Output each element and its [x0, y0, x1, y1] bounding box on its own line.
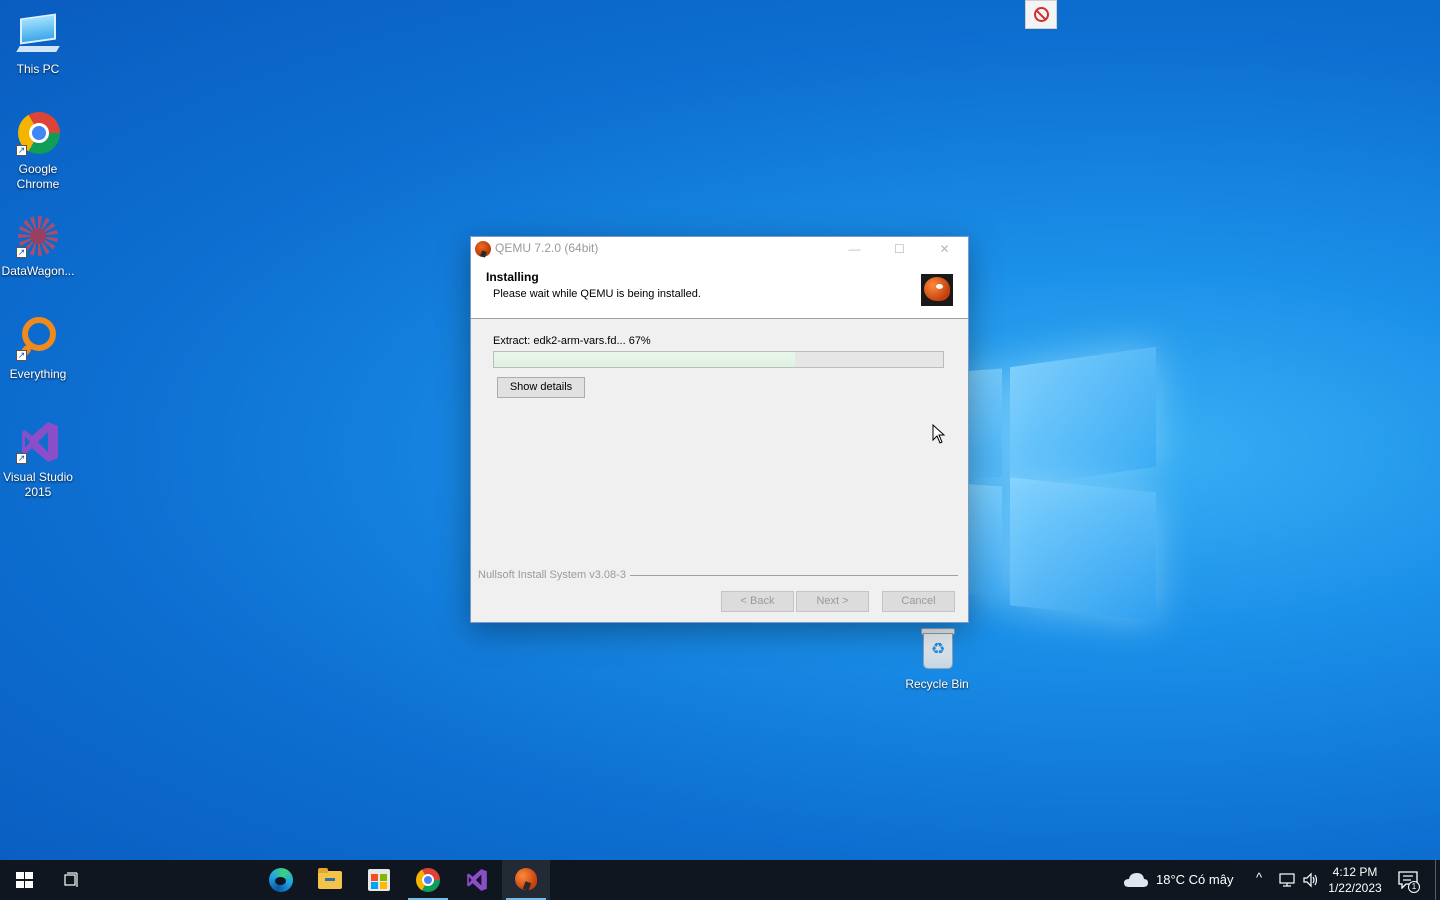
qemu-icon: [475, 241, 491, 257]
taskbar: 18°C Có mây ^ 4:12 PM 1/22/2023 1: [0, 860, 1440, 900]
clock-time: 4:12 PM: [1332, 865, 1378, 879]
progress-fill: [494, 352, 795, 367]
show-desktop-button[interactable]: [1435, 860, 1436, 900]
taskbar-chrome[interactable]: [404, 860, 452, 900]
network-icon[interactable]: [1279, 873, 1295, 887]
taskbar-edge[interactable]: [257, 860, 305, 900]
installer-body: Extract: edk2-arm-vars.fd... 67% Show de…: [471, 319, 968, 622]
task-view-icon: [64, 872, 78, 887]
volume-icon[interactable]: [1302, 872, 1318, 888]
install-progress-bar: [493, 351, 944, 368]
shortcut-arrow-icon: ↗: [16, 453, 27, 464]
start-button[interactable]: [0, 860, 48, 900]
window-title: QEMU 7.2.0 (64bit): [495, 241, 599, 255]
system-clock[interactable]: 4:12 PM 1/22/2023: [1318, 864, 1392, 896]
prohibited-icon: [1034, 7, 1049, 22]
title-bar[interactable]: QEMU 7.2.0 (64bit) — ☐ ✕: [471, 237, 968, 261]
shortcut-arrow-icon: ↗: [16, 350, 27, 361]
back-button[interactable]: < Back: [721, 591, 794, 612]
windows-start-icon: [16, 872, 33, 888]
taskbar-file-explorer[interactable]: [306, 860, 354, 900]
notification-count-badge: 1: [1408, 881, 1420, 893]
minimize-button[interactable]: —: [832, 237, 877, 261]
shortcut-arrow-icon: ↗: [16, 247, 27, 258]
install-status-text: Extract: edk2-arm-vars.fd... 67%: [493, 335, 651, 347]
computer-icon: [14, 10, 62, 58]
folder-icon: [318, 868, 342, 889]
desktop-icon-datawagon[interactable]: ↗ DataWagon...: [0, 212, 76, 279]
installer-window: QEMU 7.2.0 (64bit) — ☐ ✕ Installing Plea…: [470, 236, 969, 623]
qemu-icon: [515, 868, 537, 890]
taskbar-qemu-installer[interactable]: [502, 860, 550, 900]
mouse-cursor-icon: [932, 424, 946, 444]
clock-date: 1/22/2023: [1328, 881, 1382, 895]
desktop-icon-label: Recycle Bin: [905, 677, 969, 691]
show-hidden-icons-button[interactable]: ^: [1256, 870, 1262, 885]
show-details-button[interactable]: Show details: [497, 377, 585, 398]
desktop-icon-label: DataWagon...: [1, 264, 75, 278]
desktop-icon-google-chrome[interactable]: ↗ Google Chrome: [0, 110, 76, 192]
desktop-icon-visual-studio[interactable]: ↗ Visual Studio 2015: [0, 418, 76, 500]
branding-text: Nullsoft Install System v3.08-3: [478, 569, 630, 581]
taskbar-visual-studio[interactable]: [453, 860, 501, 900]
blocked-indicator[interactable]: [1025, 0, 1057, 29]
store-icon: [368, 869, 390, 891]
desktop-icon-this-pc[interactable]: This PC: [0, 10, 76, 77]
chrome-icon: [416, 868, 440, 892]
taskbar-store[interactable]: [355, 860, 403, 900]
shortcut-arrow-icon: ↗: [16, 145, 27, 156]
next-button[interactable]: Next >: [796, 591, 869, 612]
installer-header: Installing Please wait while QEMU is bei…: [471, 261, 968, 319]
desktop-icon-label: Google Chrome: [16, 162, 60, 191]
edge-icon: [269, 868, 293, 892]
desktop-icon-label: Everything: [9, 367, 67, 381]
visual-studio-icon: [467, 869, 487, 891]
task-view-button[interactable]: [48, 860, 96, 900]
wallpaper-windows-logo: [960, 345, 1160, 621]
visual-studio-icon: ↗: [14, 418, 62, 466]
page-subtitle: Please wait while QEMU is being installe…: [493, 288, 701, 300]
cancel-button[interactable]: Cancel: [882, 591, 955, 612]
recycle-bin-icon: ♻: [913, 625, 961, 673]
chrome-icon: ↗: [14, 110, 62, 158]
weather-text[interactable]: 18°C Có mây: [1156, 872, 1233, 887]
desktop-icon-label: This PC: [16, 62, 60, 76]
desktop-icon-everything[interactable]: ↗ Everything: [0, 315, 76, 382]
datawagon-icon: ↗: [14, 212, 62, 260]
desktop-icon-label: Visual Studio 2015: [3, 470, 73, 499]
desktop-icon-recycle-bin[interactable]: ♻ Recycle Bin: [899, 625, 975, 692]
qemu-logo-icon: [921, 274, 953, 306]
cloud-icon: [1124, 873, 1148, 887]
maximize-button[interactable]: ☐: [877, 237, 922, 261]
page-title: Installing: [486, 270, 539, 284]
close-button[interactable]: ✕: [922, 237, 967, 261]
magnifier-icon: ↗: [14, 315, 62, 363]
